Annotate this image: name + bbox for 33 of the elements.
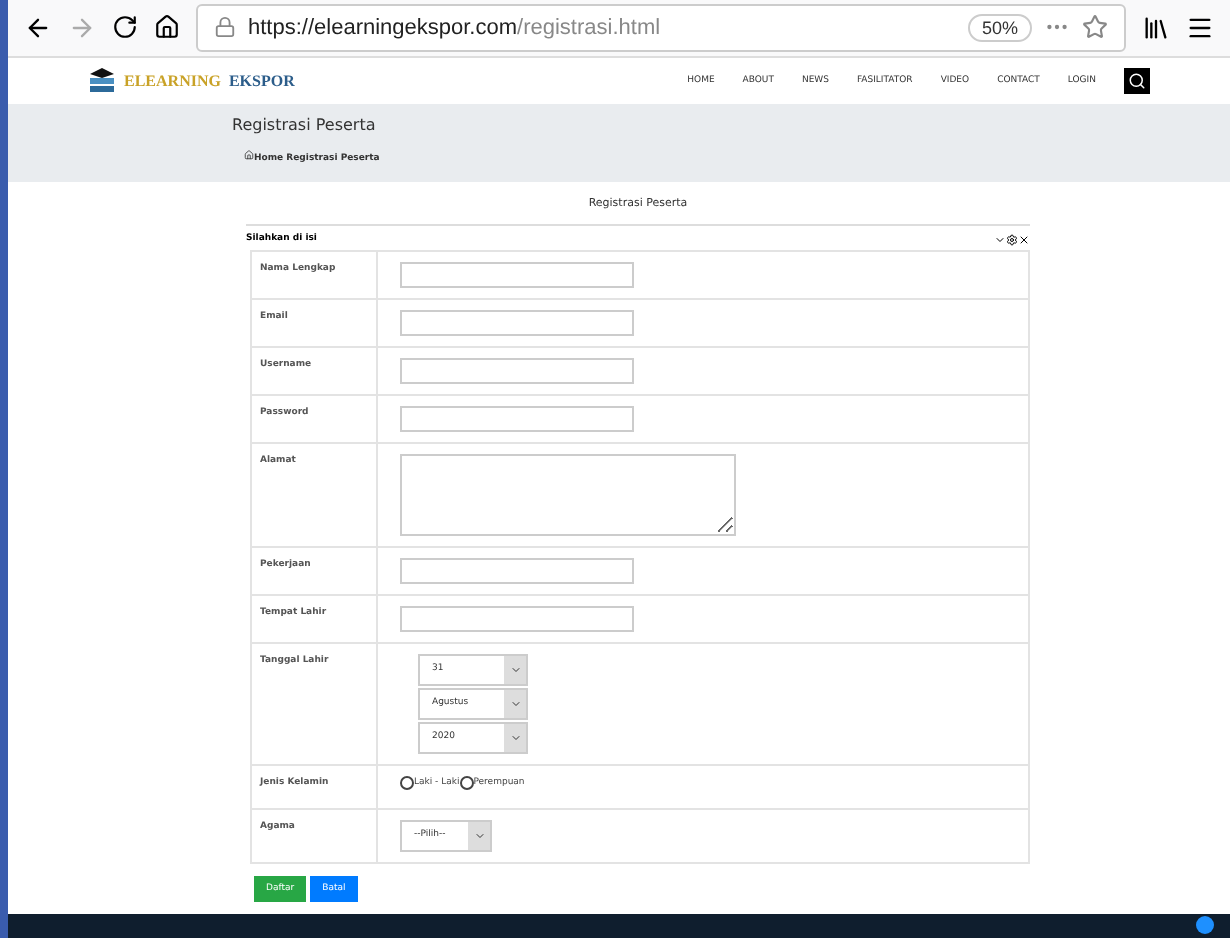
collapse-icon[interactable] <box>994 233 1006 246</box>
caret-icon <box>509 663 521 676</box>
close-icon[interactable] <box>1018 233 1030 246</box>
scroll-top-icon[interactable] <box>1196 916 1214 935</box>
caret-icon <box>509 731 521 744</box>
caret-icon <box>473 829 485 842</box>
page-title: Registrasi Peserta <box>232 116 378 135</box>
books-icon <box>88 66 116 95</box>
input-field[interactable] <box>400 261 634 288</box>
search-button[interactable] <box>1124 67 1150 94</box>
input-field[interactable] <box>400 309 634 336</box>
settings-icon[interactable] <box>1006 233 1018 246</box>
home-icon[interactable] <box>154 14 180 41</box>
zoom-level[interactable]: 50% <box>967 13 1032 42</box>
input-field[interactable] <box>400 405 634 432</box>
radio-button[interactable] <box>400 775 414 790</box>
menu-icon[interactable] <box>1186 13 1214 42</box>
caret-icon <box>509 697 521 710</box>
input-field[interactable] <box>400 453 736 536</box>
lock-icon <box>214 16 236 39</box>
address-bar[interactable]: https://elearningekspor.com/registrasi.html 50% <box>196 3 1126 52</box>
site-logo[interactable]: ELEARNING EKSPOR <box>88 66 295 95</box>
back-icon[interactable] <box>24 13 52 42</box>
star-icon[interactable] <box>1082 14 1108 41</box>
input-field[interactable] <box>400 357 634 384</box>
radio-button[interactable] <box>459 775 474 790</box>
library-icon[interactable] <box>1142 13 1170 42</box>
input-field[interactable] <box>400 557 634 584</box>
input-field[interactable] <box>400 605 634 632</box>
search-icon <box>1128 71 1146 90</box>
url-text: https://elearningekspor.com/registrasi.html <box>248 15 661 40</box>
home-icon <box>244 150 254 161</box>
reload-icon[interactable] <box>112 14 138 41</box>
